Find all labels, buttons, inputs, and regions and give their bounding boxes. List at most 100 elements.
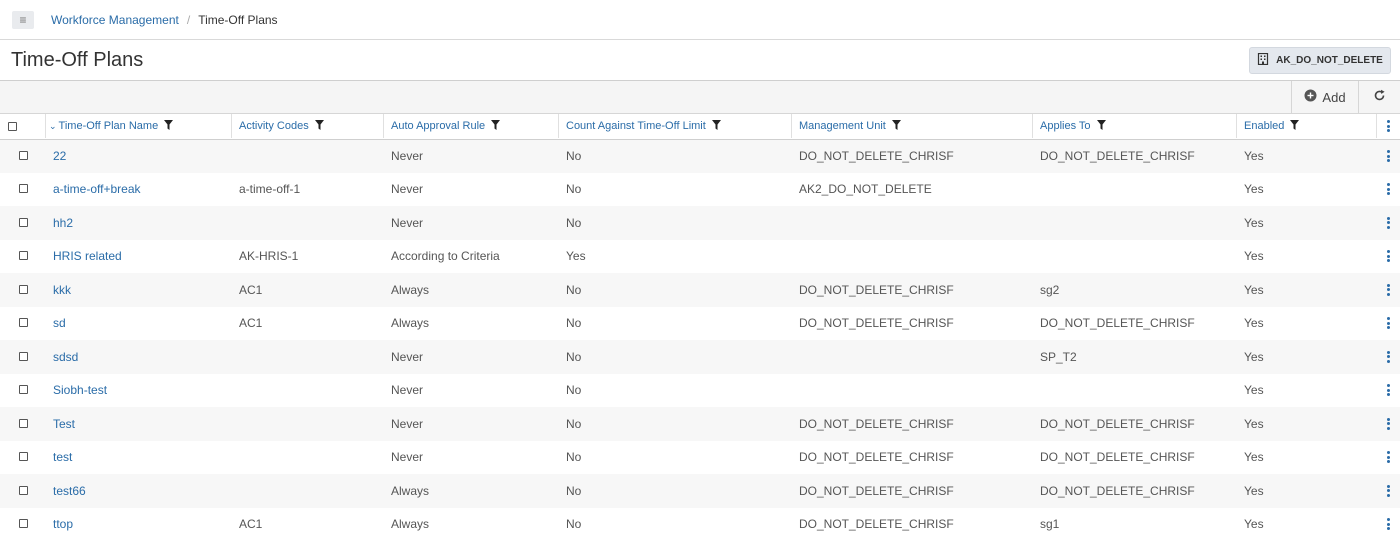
row-checkbox[interactable] xyxy=(18,385,28,395)
enabled-cell: Yes xyxy=(1244,483,1264,498)
filter-icon[interactable] xyxy=(314,119,324,133)
row-checkbox[interactable] xyxy=(18,418,28,428)
column-header-name[interactable]: ⌄ Time-Off Plan Name xyxy=(46,114,232,140)
filter-icon[interactable] xyxy=(1290,119,1300,133)
table-row[interactable]: Siobh-test Never No Yes xyxy=(0,373,1400,408)
activity-codes-cell xyxy=(232,374,384,408)
filter-icon[interactable] xyxy=(891,119,901,133)
table-row[interactable]: a-time-off+break a-time-off-1 Never No AK2_D… xyxy=(0,172,1400,207)
table-row[interactable]: sd AC1 Always No DO_NOT_DELETE_CHRISF DO_NOT_… xyxy=(0,306,1400,341)
column-header-auto-approval-rule[interactable]: Auto Approval Rule xyxy=(384,114,559,140)
column-header-management-unit[interactable]: Management Unit xyxy=(792,114,1033,140)
table-row[interactable]: test66 Always No DO_NOT_DELETE_CHRISF DO_NOT… xyxy=(0,474,1400,508)
plan-name-link[interactable]: HRIS related xyxy=(46,240,232,274)
refresh-icon xyxy=(1373,89,1386,105)
row-kebab-menu-icon[interactable] xyxy=(1377,484,1400,497)
table-row[interactable]: test Never No DO_NOT_DELETE_CHRISF DO_NOT_DE… xyxy=(0,440,1400,475)
table-row[interactable]: hh2 Never No Yes xyxy=(0,206,1400,240)
plan-name-link[interactable]: Test xyxy=(46,407,232,441)
row-checkbox[interactable] xyxy=(18,485,28,495)
breadcrumb-parent-link[interactable]: Workforce Management xyxy=(51,13,179,27)
auto-approval-rule-cell: Always xyxy=(391,316,430,331)
table-row[interactable]: ttop AC1 Always No DO_NOT_DELETE_CHRISF sg1 Ye… xyxy=(0,507,1400,542)
applies-to-cell xyxy=(1033,173,1237,207)
column-header-activity-codes[interactable]: Activity Codes xyxy=(232,114,384,140)
count-against-limit-cell: Yes xyxy=(566,249,586,264)
add-button[interactable]: Add xyxy=(1291,81,1358,113)
row-kebab-menu-icon[interactable] xyxy=(1377,451,1400,464)
row-kebab-menu-icon[interactable] xyxy=(1377,317,1400,330)
management-unit-cell xyxy=(792,240,1033,274)
column-options-header[interactable] xyxy=(1377,114,1400,140)
plan-name-link[interactable]: sd xyxy=(46,307,232,341)
row-kebab-menu-icon[interactable] xyxy=(1377,350,1400,363)
row-kebab-menu-icon[interactable] xyxy=(1377,250,1400,263)
applies-to-cell xyxy=(1033,240,1237,274)
plan-name-link[interactable]: Siobh-test xyxy=(46,374,232,408)
enabled-cell: Yes xyxy=(1244,249,1264,264)
plan-name-link[interactable]: test66 xyxy=(46,474,232,508)
table-row[interactable]: kkk AC1 Always No DO_NOT_DELETE_CHRISF sg2 Yes xyxy=(0,273,1400,307)
plan-name-link[interactable]: a-time-off+break xyxy=(46,173,232,207)
row-actions-cell xyxy=(1377,240,1400,274)
plan-name-link[interactable]: ttop xyxy=(46,508,232,542)
refresh-button[interactable] xyxy=(1358,81,1400,113)
row-checkbox[interactable] xyxy=(18,284,28,294)
count-against-limit-cell: No xyxy=(566,416,582,431)
filter-icon[interactable] xyxy=(491,119,501,133)
row-checkbox[interactable] xyxy=(18,519,28,529)
count-against-limit-cell: No xyxy=(566,316,582,331)
plan-name-link[interactable]: 22 xyxy=(46,139,232,173)
activity-codes-cell: AC1 xyxy=(239,316,263,331)
table-row[interactable]: Test Never No DO_NOT_DELETE_CHRISF DO_NOT_DE… xyxy=(0,407,1400,441)
enabled-cell: Yes xyxy=(1244,316,1264,331)
row-kebab-menu-icon[interactable] xyxy=(1377,518,1400,531)
grid-toolbar: Add xyxy=(0,81,1400,114)
row-actions-cell xyxy=(1377,139,1400,173)
row-select-cell xyxy=(0,441,46,475)
row-select-cell xyxy=(0,240,46,274)
count-against-limit-cell: No xyxy=(566,483,582,498)
table-row[interactable]: 22 Never No DO_NOT_DELETE_CHRISF DO_NOT_DELE… xyxy=(0,139,1400,173)
table-row[interactable]: HRIS related AK-HRIS-1 According to Criter… xyxy=(0,239,1400,274)
filter-icon[interactable] xyxy=(1096,119,1106,133)
column-header-applies-to[interactable]: Applies To xyxy=(1033,114,1237,140)
row-kebab-menu-icon[interactable] xyxy=(1377,150,1400,162)
plan-name-link[interactable]: kkk xyxy=(46,273,232,307)
filter-icon[interactable] xyxy=(164,119,174,133)
kebab-menu-icon[interactable] xyxy=(1387,120,1390,133)
row-kebab-menu-icon[interactable] xyxy=(1377,283,1400,296)
row-checkbox[interactable] xyxy=(18,318,28,328)
row-checkbox[interactable] xyxy=(18,351,28,361)
column-label: Time-Off Plan Name xyxy=(58,120,159,133)
management-unit-cell: AK2_DO_NOT_DELETE xyxy=(799,182,932,197)
row-checkbox[interactable] xyxy=(18,251,28,261)
column-label: Applies To xyxy=(1040,120,1091,133)
auto-approval-rule-cell: Never xyxy=(391,349,424,364)
row-checkbox[interactable] xyxy=(18,151,28,160)
enabled-cell: Yes xyxy=(1244,517,1264,532)
row-kebab-menu-icon[interactable] xyxy=(1377,384,1400,397)
column-header-enabled[interactable]: Enabled xyxy=(1237,114,1377,140)
hamburger-menu-button[interactable]: ≡ xyxy=(12,10,34,29)
auto-approval-rule-cell: Always xyxy=(391,483,430,498)
top-bar: ≡ Workforce Management / Time-Off Plans xyxy=(0,0,1400,40)
activity-codes-cell xyxy=(232,441,384,475)
select-all-checkbox[interactable] xyxy=(8,121,17,131)
filter-icon[interactable] xyxy=(711,119,721,133)
column-header-count-against-limit[interactable]: Count Against Time-Off Limit xyxy=(559,114,792,140)
row-kebab-menu-icon[interactable] xyxy=(1377,417,1400,430)
row-kebab-menu-icon[interactable] xyxy=(1377,183,1400,196)
plan-name-link[interactable]: hh2 xyxy=(46,206,232,240)
table-row[interactable]: sdsd Never No SP_T2 Yes xyxy=(0,340,1400,374)
applies-to-cell xyxy=(1033,374,1237,408)
row-checkbox[interactable] xyxy=(18,217,28,227)
plan-name-link[interactable]: sdsd xyxy=(46,340,232,374)
enabled-cell: Yes xyxy=(1244,349,1264,364)
row-kebab-menu-icon[interactable] xyxy=(1377,216,1400,229)
row-checkbox[interactable] xyxy=(18,184,28,194)
row-checkbox[interactable] xyxy=(18,452,28,462)
plan-name-link[interactable]: test xyxy=(46,441,232,475)
business-unit-button[interactable]: AK_DO_NOT_DELETE xyxy=(1249,46,1391,74)
count-against-limit-cell: No xyxy=(566,215,582,230)
